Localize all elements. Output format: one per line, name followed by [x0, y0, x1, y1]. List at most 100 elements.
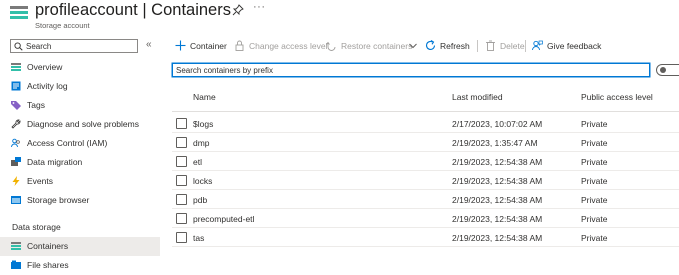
column-header-last-modified[interactable]: Last modified — [452, 92, 503, 102]
row-checkbox[interactable] — [176, 194, 187, 205]
row-checkbox[interactable] — [176, 175, 187, 186]
table-row[interactable]: etl 2/19/2023, 12:54:38 AM Private — [172, 152, 679, 171]
lock-icon — [235, 40, 244, 51]
sidebar-item-overview[interactable]: Overview — [0, 58, 160, 77]
file-shares-icon — [11, 260, 21, 269]
sidebar-item-file-shares[interactable]: File shares — [0, 256, 160, 275]
public-access-level: Private — [581, 195, 608, 205]
container-name[interactable]: dmp — [193, 138, 210, 148]
command-bar: Container Change access level Restore co… — [175, 38, 675, 54]
sidebar-item-label: Diagnose and solve problems — [27, 119, 139, 129]
container-name[interactable]: tas — [193, 233, 204, 243]
show-deleted-toggle[interactable] — [656, 64, 679, 76]
table-row[interactable]: tas 2/19/2023, 12:54:38 AM Private — [172, 228, 679, 247]
overview-icon — [11, 63, 21, 71]
last-modified: 2/19/2023, 1:35:47 AM — [452, 138, 538, 148]
sidebar-item-events[interactable]: Events — [0, 172, 160, 191]
last-modified: 2/19/2023, 12:54:38 AM — [452, 195, 543, 205]
chevron-down-icon[interactable] — [409, 43, 417, 49]
refresh-label: Refresh — [440, 41, 470, 51]
column-header-name[interactable]: Name — [193, 92, 216, 102]
sidebar-item-label: Events — [27, 176, 53, 186]
container-name[interactable]: $logs — [193, 119, 213, 129]
public-access-level: Private — [581, 233, 608, 243]
add-container-label: Container — [190, 41, 227, 51]
public-access-level: Private — [581, 214, 608, 224]
activity-log-icon — [11, 81, 21, 91]
public-access-level: Private — [581, 138, 608, 148]
table-row[interactable]: pdb 2/19/2023, 12:54:38 AM Private — [172, 190, 679, 209]
sidebar-item-label: Overview — [27, 62, 63, 72]
sidebar-item-storage-browser[interactable]: Storage browser — [0, 191, 160, 210]
row-checkbox[interactable] — [176, 232, 187, 243]
restore-containers-label: Restore containers — [341, 41, 413, 51]
container-name[interactable]: etl — [193, 157, 202, 167]
row-checkbox[interactable] — [176, 137, 187, 148]
table-header-divider — [172, 111, 679, 112]
sidebar-item-label: Access Control (IAM) — [27, 138, 108, 148]
pin-icon[interactable] — [232, 4, 244, 16]
plus-icon — [175, 40, 186, 51]
more-icon[interactable]: ··· — [253, 1, 266, 13]
sidebar: Search « Overview Activity log Tags Diag… — [0, 36, 160, 275]
wrench-icon — [11, 119, 21, 129]
page-title: profileaccount | Containers — [35, 1, 231, 19]
sidebar-item-tags[interactable]: Tags — [0, 96, 160, 115]
row-checkbox[interactable] — [176, 156, 187, 167]
sidebar-search-placeholder: Search — [26, 42, 52, 51]
sidebar-item-label: Activity log — [27, 81, 68, 91]
table-row[interactable]: precomputed-etl 2/19/2023, 12:54:38 AM P… — [172, 209, 679, 228]
migration-icon — [11, 157, 21, 166]
last-modified: 2/17/2023, 10:07:02 AM — [452, 119, 543, 129]
last-modified: 2/19/2023, 12:54:38 AM — [452, 214, 543, 224]
row-checkbox[interactable] — [176, 118, 187, 129]
refresh-icon — [425, 40, 436, 51]
sidebar-item-label: Storage browser — [27, 195, 90, 205]
toolbar-divider — [525, 40, 526, 52]
sidebar-item-containers[interactable]: Containers — [0, 237, 160, 256]
sidebar-item-label: Containers — [27, 241, 69, 251]
give-feedback-label: Give feedback — [547, 41, 602, 51]
page-subtitle: Storage account — [35, 21, 90, 30]
restore-icon — [326, 41, 336, 51]
sidebar-item-label: Data migration — [27, 157, 83, 167]
sidebar-item-label: File shares — [27, 260, 69, 270]
container-prefix-search[interactable] — [172, 63, 650, 77]
toggle-knob — [660, 67, 666, 73]
storage-browser-icon — [11, 196, 21, 204]
trash-icon — [486, 40, 495, 51]
container-name[interactable]: pdb — [193, 195, 207, 205]
search-icon — [14, 42, 23, 51]
sidebar-item-activity-log[interactable]: Activity log — [0, 77, 160, 96]
public-access-level: Private — [581, 119, 608, 129]
delete-label: Delete — [500, 41, 525, 51]
collapse-sidebar-icon[interactable]: « — [146, 39, 152, 50]
public-access-level: Private — [581, 157, 608, 167]
table-row[interactable]: locks 2/19/2023, 12:54:38 AM Private — [172, 171, 679, 190]
container-name[interactable]: locks — [193, 176, 212, 186]
container-name[interactable]: precomputed-etl — [193, 214, 254, 224]
people-icon — [11, 138, 20, 148]
container-prefix-search-input[interactable] — [173, 64, 649, 76]
row-checkbox[interactable] — [176, 213, 187, 224]
sidebar-item-diagnose[interactable]: Diagnose and solve problems — [0, 115, 160, 134]
change-access-level-label: Change access level — [249, 41, 328, 51]
column-header-public-access[interactable]: Public access level — [581, 92, 653, 102]
storage-account-icon — [10, 6, 28, 20]
feedback-icon — [532, 40, 543, 51]
last-modified: 2/19/2023, 12:54:38 AM — [452, 176, 543, 186]
sidebar-search-input[interactable]: Search — [10, 39, 138, 53]
sidebar-item-data-migration[interactable]: Data migration — [0, 153, 160, 172]
lightning-icon — [12, 176, 20, 186]
containers-icon — [11, 242, 21, 250]
table-row[interactable]: dmp 2/19/2023, 1:35:47 AM Private — [172, 133, 679, 152]
section-label-data-storage: Data storage — [12, 222, 61, 232]
last-modified: 2/19/2023, 12:54:38 AM — [452, 233, 543, 243]
table-row[interactable]: $logs 2/17/2023, 10:07:02 AM Private — [172, 114, 679, 133]
toolbar-divider — [477, 40, 478, 52]
page-header: profileaccount | Containers Storage acco… — [10, 0, 670, 34]
tag-icon — [11, 101, 21, 110]
sidebar-item-iam[interactable]: Access Control (IAM) — [0, 134, 160, 153]
public-access-level: Private — [581, 176, 608, 186]
sidebar-item-label: Tags — [27, 100, 45, 110]
